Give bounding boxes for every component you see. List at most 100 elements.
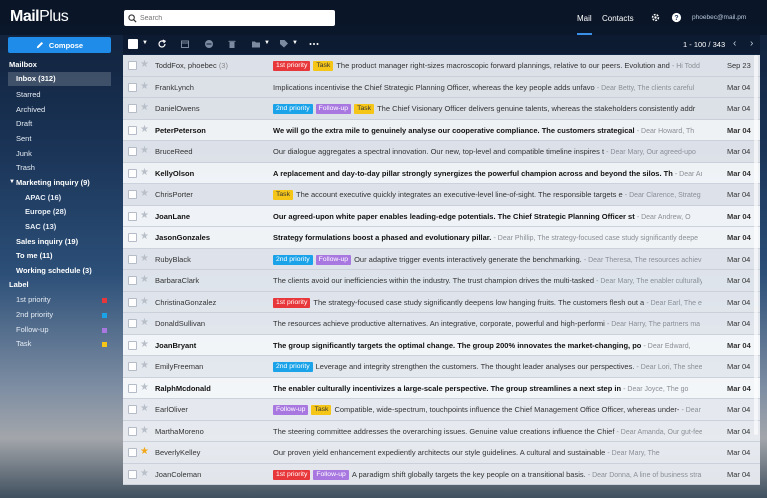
star-icon[interactable]: ★ (140, 231, 149, 242)
star-icon[interactable]: ★ (140, 403, 149, 414)
row-checkbox[interactable] (128, 426, 137, 436)
sidebar-item-working[interactable]: Working schedule (3) (16, 266, 92, 275)
folder-dropdown-icon[interactable]: ▼ (264, 40, 270, 46)
label-tag[interactable]: Task (311, 405, 332, 415)
star-icon[interactable]: ★ (140, 124, 149, 135)
sidebar-label-follow-up[interactable]: Follow-up (16, 325, 49, 334)
email-row[interactable]: ★ JoanBryant The group significantly targe… (123, 334, 760, 356)
sidebar-item-marketing[interactable]: Marketing inquiry (9) (16, 178, 90, 187)
star-icon[interactable]: ★ (140, 274, 149, 285)
label-tag[interactable]: Task (354, 104, 375, 114)
label-tag[interactable]: Task (313, 61, 334, 71)
label-tag[interactable]: Follow-up (273, 405, 309, 415)
label-tag[interactable]: Follow-up (315, 104, 352, 114)
row-checkbox[interactable] (128, 190, 137, 199)
folder-icon[interactable] (251, 39, 261, 49)
row-checkbox[interactable] (128, 125, 137, 135)
star-icon[interactable]: ★ (140, 425, 149, 436)
more-icon[interactable] (309, 39, 319, 49)
star-icon[interactable]: ★ (140, 446, 149, 457)
star-icon[interactable]: ★ (140, 253, 149, 264)
email-row[interactable]: ★ BruceReed Our dialogue aggregates a spec… (123, 141, 760, 163)
sidebar-item-archived[interactable]: Archived (16, 105, 45, 114)
email-row[interactable]: ★ DonaldSullivan The resources achieve pro… (123, 313, 760, 335)
star-icon[interactable]: ★ (140, 102, 149, 113)
label-tag[interactable]: Follow-up (313, 469, 349, 480)
email-row[interactable]: ★ KellyOlson A replacement and day-to-day … (123, 162, 760, 184)
star-icon[interactable]: ★ (140, 317, 149, 328)
email-row[interactable]: ★ JoanColeman 1st priority Follow-up A parad… (123, 463, 760, 485)
email-row[interactable]: ★ EarlOliver Follow-up Task Compatible, wide… (123, 399, 760, 421)
gear-icon[interactable] (650, 12, 661, 23)
row-checkbox[interactable] (128, 233, 137, 242)
help-icon[interactable]: ? (671, 12, 682, 23)
label-tag[interactable]: 2nd priority (273, 362, 313, 372)
email-row[interactable]: ★ JoanLane Our agreed-upon white paper ena… (123, 205, 760, 227)
next-page-icon[interactable]: › (750, 38, 753, 49)
nav-mail[interactable]: Mail (577, 14, 592, 35)
refresh-icon[interactable] (157, 39, 167, 49)
sidebar-item-tome[interactable]: To me (11) (16, 251, 53, 260)
row-checkbox[interactable] (128, 61, 137, 70)
star-icon[interactable]: ★ (140, 339, 149, 350)
row-checkbox[interactable] (128, 297, 137, 307)
label-tag[interactable]: Follow-up (315, 254, 352, 265)
trash-icon[interactable] (227, 39, 237, 49)
row-checkbox[interactable] (128, 147, 137, 156)
archive-icon[interactable] (180, 39, 190, 49)
sidebar-item-trash[interactable]: Trash (16, 163, 35, 172)
sidebar-item-sent[interactable]: Sent (16, 134, 31, 143)
prev-page-icon[interactable]: ‹ (733, 38, 736, 49)
sidebar-item-junk[interactable]: Junk (16, 149, 32, 158)
row-checkbox[interactable] (128, 448, 137, 457)
row-checkbox[interactable] (128, 469, 137, 479)
star-icon[interactable]: ★ (140, 167, 149, 178)
nav-contacts[interactable]: Contacts (602, 14, 634, 23)
star-icon[interactable]: ★ (140, 59, 149, 70)
row-checkbox[interactable] (128, 82, 137, 92)
sidebar-label-1st-priority[interactable]: 1st priority (16, 295, 51, 304)
star-icon[interactable]: ★ (140, 210, 149, 221)
sidebar-item-sales[interactable]: Sales inquiry (19) (16, 237, 78, 246)
row-checkbox[interactable] (128, 254, 137, 264)
email-row[interactable]: ★ ChrisPorter Task The account executive qu… (123, 184, 760, 206)
label-tag[interactable]: 1st priority (273, 297, 311, 308)
select-all-checkbox[interactable] (128, 39, 138, 49)
star-icon[interactable]: ★ (140, 145, 149, 156)
sidebar-item-starred[interactable]: Starred (16, 90, 41, 99)
compose-button[interactable]: Compose (8, 37, 111, 53)
sidebar-label-2nd-priority[interactable]: 2nd priority (16, 310, 53, 319)
star-icon[interactable]: ★ (140, 296, 149, 307)
sidebar-item-draft[interactable]: Draft (16, 119, 32, 128)
scrollbar[interactable] (754, 55, 758, 435)
tag-icon[interactable] (279, 39, 289, 49)
email-row[interactable]: ★ MarthaMoreno The steering committee addr… (123, 420, 760, 442)
row-checkbox[interactable] (128, 405, 137, 414)
row-checkbox[interactable] (128, 362, 137, 371)
row-checkbox[interactable] (128, 319, 137, 328)
sidebar-item-apac[interactable]: APAC (16) (25, 193, 61, 202)
row-checkbox[interactable] (128, 211, 137, 221)
app-logo[interactable]: MailPlus (10, 8, 69, 26)
email-row[interactable]: ★ RubyBlack 2nd priority Follow-up Our adapt… (123, 248, 760, 270)
caret-down-icon[interactable]: ▼ (9, 179, 15, 185)
select-dropdown-icon[interactable]: ▼ (142, 40, 148, 46)
email-row[interactable]: ★ BarbaraClark The clients avoid our ineff… (123, 270, 760, 292)
email-row[interactable]: ★ ChristinaGonzalez 1st priority The strate… (123, 291, 760, 313)
row-checkbox[interactable] (128, 104, 137, 113)
label-tag[interactable]: Task (273, 190, 293, 200)
row-checkbox[interactable] (128, 340, 137, 350)
email-row[interactable]: ★ PeterPeterson We will go the extra mile … (123, 119, 760, 141)
email-row[interactable]: ★ EmilyFreeman 2nd priority Leverage and in… (123, 356, 760, 378)
star-icon[interactable]: ★ (140, 468, 149, 479)
label-tag[interactable]: 2nd priority (273, 104, 313, 114)
search-box[interactable] (124, 10, 335, 26)
sidebar-item-europe[interactable]: Europe (28) (25, 207, 66, 216)
sidebar-item-sac[interactable]: SAC (13) (25, 222, 56, 231)
star-icon[interactable]: ★ (140, 382, 149, 393)
email-row[interactable]: ★ JasonGonzales Strategy formulations boos… (123, 227, 760, 249)
row-checkbox[interactable] (128, 276, 137, 285)
email-row[interactable]: ★ ToddFox, phoebec (3) 1st priority Task The… (123, 55, 760, 77)
email-row[interactable]: ★ RalphMcdonald The enabler culturally inc… (123, 377, 760, 399)
email-row[interactable]: ★ FrankLynch Implications incentivise the … (123, 76, 760, 98)
